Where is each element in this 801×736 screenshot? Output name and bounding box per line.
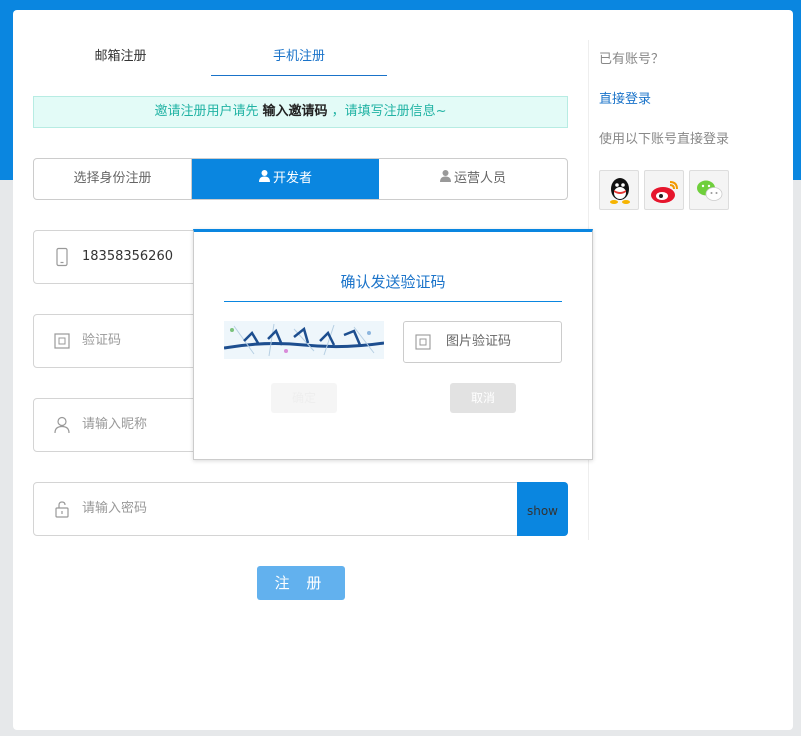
dialog-title: 确认发送验证码	[224, 262, 562, 302]
tab-phone-register[interactable]: 手机注册	[211, 38, 387, 76]
sms-code-placeholder: 验证码	[82, 333, 122, 348]
role-operator-label: 运营人员	[453, 171, 506, 186]
invite-notice: 邀请注册用户请先 输入邀请码 ，请填写注册信息~	[33, 96, 568, 128]
unlock-icon	[52, 499, 72, 519]
password-field[interactable]: 请输入密码 show	[33, 482, 568, 536]
confirm-button[interactable]: 确定	[271, 383, 337, 413]
password-placeholder: 请输入密码	[82, 501, 148, 516]
qq-login-button[interactable]	[599, 170, 639, 210]
direct-login-link[interactable]: 直接登录	[599, 80, 789, 120]
register-tabs: 邮箱注册 手机注册	[33, 38, 388, 78]
weibo-icon	[645, 181, 685, 215]
role-developer[interactable]: 开发者	[192, 159, 379, 199]
login-sidebar: 已有账号？ 直接登录 使用以下账号直接登录	[599, 40, 789, 210]
captcha-image[interactable]	[224, 321, 384, 359]
user-outline-icon	[52, 415, 72, 435]
role-operator[interactable]: 运营人员	[379, 159, 567, 199]
tab-email-register[interactable]: 邮箱注册	[33, 38, 208, 76]
invite-code-link[interactable]: 输入邀请码	[263, 104, 328, 119]
social-login-buttons	[599, 170, 789, 210]
invite-text-after: ，请填写注册信息~	[331, 104, 447, 119]
user-icon	[258, 159, 270, 199]
user-icon	[439, 159, 451, 199]
code-icon	[52, 331, 72, 351]
qq-icon	[600, 178, 640, 215]
mobile-icon	[52, 247, 72, 267]
register-button[interactable]: 注 册	[257, 566, 345, 600]
show-password-button[interactable]: show	[517, 482, 568, 536]
phone-value: 18358356260	[82, 249, 173, 264]
captcha-input[interactable]: 图片验证码	[403, 321, 562, 363]
weibo-login-button[interactable]	[644, 170, 684, 210]
social-login-hint: 使用以下账号直接登录	[599, 132, 730, 147]
send-code-dialog: 确认发送验证码 图片验证码 确定 取消	[193, 229, 593, 460]
wechat-icon	[690, 180, 730, 215]
role-selector: 选择身份注册 开发者 运营人员	[33, 158, 568, 200]
invite-text-before: 邀请注册用户请先	[154, 104, 259, 119]
nickname-placeholder: 请输入昵称	[82, 417, 148, 432]
cancel-button[interactable]: 取消	[450, 383, 516, 413]
captcha-placeholder: 图片验证码	[446, 334, 512, 349]
has-account-text: 已有账号？	[599, 52, 665, 67]
code-icon	[415, 334, 431, 350]
role-label: 选择身份注册	[34, 159, 192, 199]
wechat-login-button[interactable]	[689, 170, 729, 210]
role-developer-label: 开发者	[272, 171, 312, 186]
